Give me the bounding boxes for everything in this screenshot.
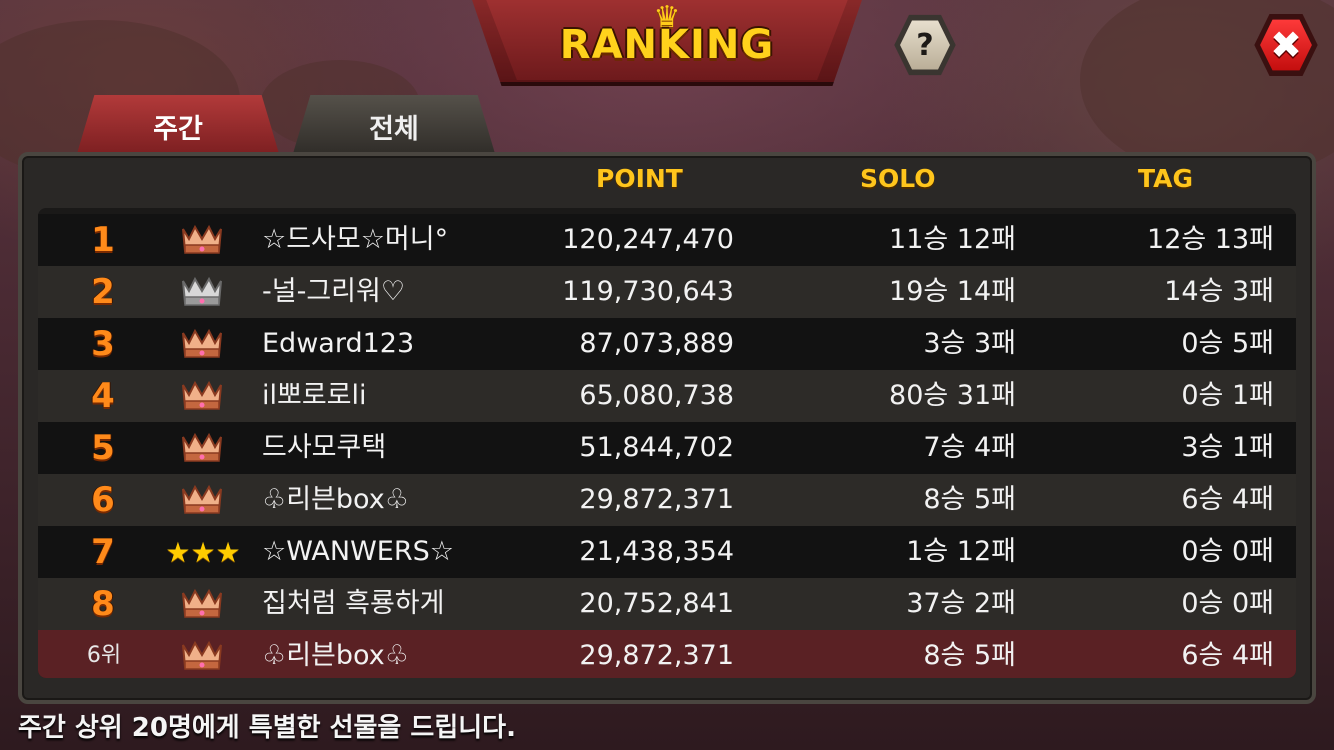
column-header-point: POINT — [596, 164, 683, 193]
table-row[interactable]: 8 집처럼 흑룡하게 20,752,841 37승 2패 0승 0패 — [38, 578, 1296, 630]
close-icon: ✖ — [1260, 19, 1312, 71]
table-row[interactable]: 7 ★★★ ☆WANWERS☆ 21,438,354 1승 12패 0승 0패 — [38, 526, 1296, 578]
point-value: 21,438,354 — [579, 536, 734, 567]
player-name: ♧리븐box♧ — [262, 640, 409, 671]
rank-number: 2 — [91, 272, 115, 312]
table-row[interactable]: 6 ♧리븐box♧ 29,872,371 8승 5패 6승 4패 — [38, 474, 1296, 526]
solo-record: 11승 12패 — [889, 224, 1016, 255]
silver-crown-icon — [178, 266, 226, 318]
my-rank-row[interactable]: 6위 ♧리븐box♧ 29,872,371 8승 5패 6승 4패 — [38, 630, 1296, 678]
player-name: ☆WANWERS☆ — [262, 536, 454, 567]
table-row[interactable]: 3 Edward123 87,073,889 3승 3패 0승 5패 — [38, 318, 1296, 370]
rank-number: 6 — [91, 480, 115, 520]
rank-number: 3 — [91, 324, 115, 364]
bronze-crown-icon — [178, 370, 226, 422]
point-value: 29,872,371 — [579, 484, 734, 515]
player-name: 집처럼 흑룡하게 — [262, 588, 445, 619]
rank-number: 1 — [91, 220, 115, 260]
solo-record: 80승 31패 — [889, 380, 1016, 411]
rank-number: 7 — [91, 532, 115, 572]
player-name: Edward123 — [262, 328, 415, 359]
point-value: 119,730,643 — [562, 276, 734, 307]
bronze-crown-icon — [178, 630, 226, 678]
tag-record: 12승 13패 — [1147, 224, 1274, 255]
tag-record: 14승 3패 — [1164, 276, 1274, 307]
solo-record: 8승 5패 — [923, 484, 1016, 515]
tag-record: 6승 4패 — [1181, 640, 1274, 671]
bronze-crown-icon — [178, 318, 226, 370]
player-name: il뽀로로li — [262, 380, 367, 411]
player-name: -널-그리워♡ — [262, 276, 406, 307]
bronze-crown-icon — [178, 578, 226, 630]
tab-all[interactable]: 전체 — [292, 95, 496, 157]
table-row[interactable]: 5 드사모쿠택 51,844,702 7승 4패 3승 1패 — [38, 422, 1296, 474]
point-value: 87,073,889 — [579, 328, 734, 359]
solo-record: 3승 3패 — [923, 328, 1016, 359]
solo-record: 7승 4패 — [923, 432, 1016, 463]
bronze-crown-icon — [178, 422, 226, 474]
tag-record: 3승 1패 — [1181, 432, 1274, 463]
point-value: 29,872,371 — [579, 640, 734, 671]
tag-record: 0승 0패 — [1181, 588, 1274, 619]
tag-record: 0승 0패 — [1181, 536, 1274, 567]
bronze-crown-icon — [178, 474, 226, 526]
ranking-list[interactable]: 1 ☆드사모☆머니° 120,247,470 11승 12패 12승 13패 2 -널-그리… — [38, 208, 1296, 678]
bronze-crown-icon — [178, 214, 226, 266]
solo-record: 19승 14패 — [889, 276, 1016, 307]
point-value: 20,752,841 — [579, 588, 734, 619]
three-stars-icon: ★★★ — [165, 535, 241, 569]
tag-record: 0승 1패 — [1181, 380, 1274, 411]
player-name: ♧리븐box♧ — [262, 484, 409, 515]
solo-record: 37승 2패 — [906, 588, 1016, 619]
point-value: 120,247,470 — [562, 224, 734, 255]
table-row[interactable]: 1 ☆드사모☆머니° 120,247,470 11승 12패 12승 13패 — [38, 214, 1296, 266]
rank-number: 5 — [91, 428, 115, 468]
rank-number: 4 — [91, 376, 115, 416]
solo-record: 8승 5패 — [923, 640, 1016, 671]
tag-record: 6승 4패 — [1181, 484, 1274, 515]
column-header-tag: TAG — [1138, 164, 1193, 193]
footer-message: 주간 상위 20명에게 특별한 선물을 드립니다. — [18, 713, 516, 743]
table-row[interactable]: 4 il뽀로로li 65,080,738 80승 31패 0승 1패 — [38, 370, 1296, 422]
player-name: ☆드사모☆머니° — [262, 224, 449, 255]
column-header-solo: SOLO — [860, 164, 936, 193]
question-mark-icon: ? — [900, 20, 950, 70]
player-name: 드사모쿠택 — [262, 432, 387, 463]
point-value: 51,844,702 — [579, 432, 734, 463]
tab-weekly[interactable]: 주간 — [76, 95, 280, 157]
solo-record: 1승 12패 — [906, 536, 1016, 567]
table-row[interactable]: 2 -널-그리워♡ 119,730,643 19승 14패 14승 3패 — [38, 266, 1296, 318]
point-value: 65,080,738 — [579, 380, 734, 411]
page-title: RANKING — [559, 22, 775, 68]
rank-number: 8 — [91, 584, 115, 624]
rank-number: 6위 — [86, 643, 122, 668]
tag-record: 0승 5패 — [1181, 328, 1274, 359]
